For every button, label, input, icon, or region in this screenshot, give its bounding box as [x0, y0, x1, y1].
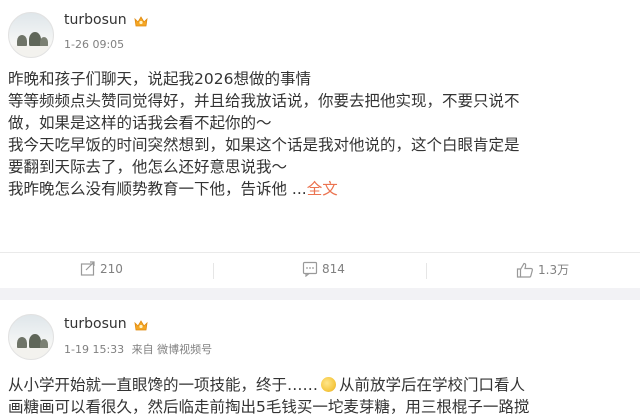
post-text-line: 画糖画可以看很久，然后临走前掏出5毛钱买一坨麦芽糖，用三根棍子一路搅: [8, 398, 530, 415]
post-source[interactable]: 来自 微博视频号: [132, 343, 213, 356]
post-text-line: 我昨晚怎么没有顺势教育一下他，告诉他 ...全文: [8, 178, 634, 200]
post-text-last-line: 我昨晚怎么没有顺势教育一下他，告诉他 ...: [8, 180, 307, 198]
post-text-segment: 从小学开始就一直眼馋的一项技能，终于……: [8, 376, 319, 394]
post-text-line: 要翻到天际去了，他怎么还好意思说我～: [8, 158, 288, 176]
feed-divider: [0, 288, 640, 300]
post-text: 从小学开始就一直眼馋的一项技能，终于…… 从前放学后在学校门口看人 画糖画可以看很…: [8, 374, 634, 415]
repost-count: 210: [100, 262, 123, 276]
avatar[interactable]: [8, 314, 54, 360]
post-text-line: 等等频频点头赞同觉得好，并且给我放话说，你要去把他实现，不要只说不: [8, 92, 520, 110]
comment-count: 814: [322, 262, 345, 276]
post-card: turbosun 1-26 09:05 昨晚和孩子们聊天，说起我2026想做的事…: [0, 0, 640, 279]
username[interactable]: turbosun: [64, 12, 127, 28]
smile-emoji-icon: [321, 377, 337, 392]
crown-badge-icon: [134, 320, 148, 331]
post-text-line: 我今天吃早饭的时间突然想到，如果这个话是我对他说的，这个白眼肯定是: [8, 136, 520, 154]
divider: [213, 263, 214, 279]
post-text-line: 做，如果是这样的话我会看不起你的～: [8, 114, 272, 132]
post-meta: 1-19 15:33 来自 微博视频号: [64, 341, 212, 357]
comment-button[interactable]: 814: [302, 261, 345, 277]
full-text-link[interactable]: 全文: [307, 180, 338, 198]
post-card: turbosun 1-19 15:33 来自 微博视频号 从小学开始就一直眼馋的…: [0, 300, 640, 415]
post-text-line: 从小学开始就一直眼馋的一项技能，终于…… 从前放学后在学校门口看人: [8, 374, 634, 396]
action-bar: 210 814 1.3万: [0, 252, 640, 288]
username[interactable]: turbosun: [64, 316, 127, 332]
post-text: 昨晚和孩子们聊天，说起我2026想做的事情 等等频频点头赞同觉得好，并且给我放话…: [8, 68, 634, 200]
comment-icon: [302, 261, 318, 277]
post-text-line: 昨晚和孩子们聊天，说起我2026想做的事情: [8, 70, 311, 88]
repost-icon: [80, 261, 95, 276]
post-text-segment: 从前放学后在学校门口看人: [339, 376, 526, 394]
post-timestamp[interactable]: 1-26 09:05: [64, 38, 124, 51]
like-count: 1.3万: [538, 263, 570, 277]
thumbs-up-icon: [516, 262, 533, 278]
crown-badge-icon: [134, 16, 148, 27]
divider: [426, 263, 427, 279]
post-timestamp[interactable]: 1-19 15:33: [64, 343, 124, 356]
like-button[interactable]: 1.3万: [516, 261, 569, 278]
repost-button[interactable]: 210: [80, 261, 123, 277]
avatar[interactable]: [8, 12, 54, 58]
